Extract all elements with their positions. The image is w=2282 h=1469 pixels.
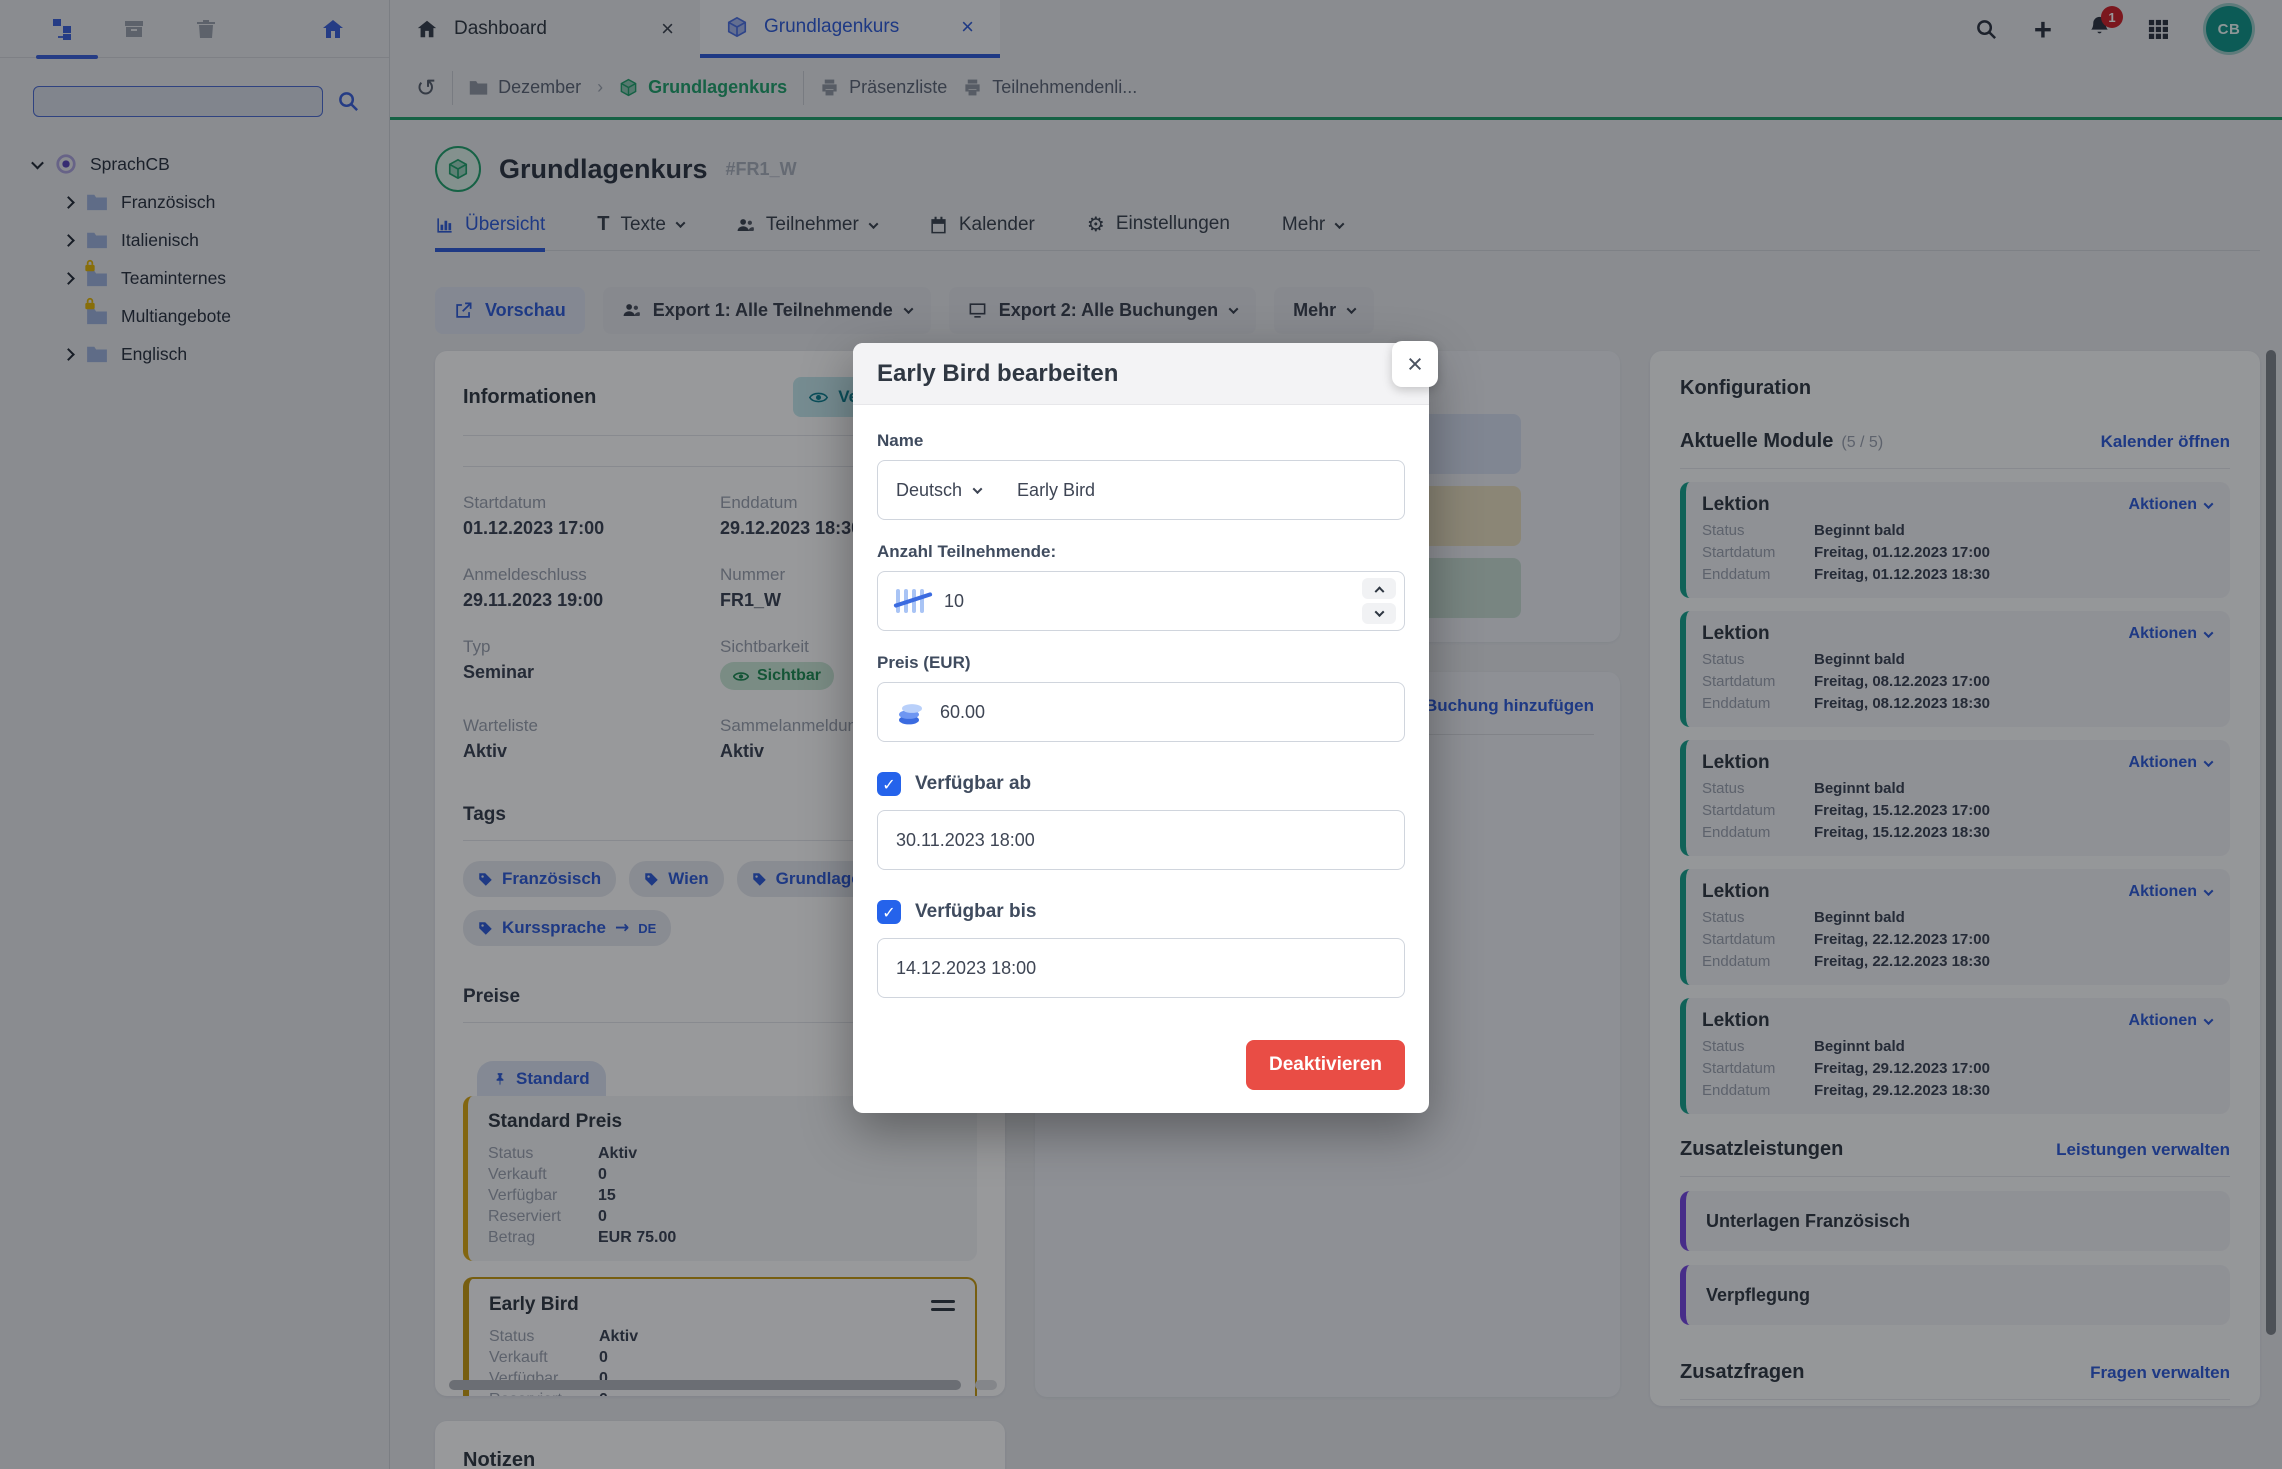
verfuegbar-ab-checkbox[interactable]: ✓ [877, 772, 901, 796]
anzahl-value: 10 [944, 591, 964, 612]
verfuegbar-bis-checkbox[interactable]: ✓ [877, 900, 901, 924]
date-value: 30.11.2023 18:00 [896, 830, 1035, 851]
chevron-up-icon [1374, 586, 1384, 596]
verfuegbar-ab-input[interactable]: 30.11.2023 18:00 [877, 810, 1405, 870]
language-value: Deutsch [896, 480, 962, 501]
preis-label: Preis (EUR) [877, 653, 1405, 673]
stepper-up-button[interactable] [1362, 578, 1396, 599]
stepper-controls [1362, 578, 1396, 624]
stepper-down-button[interactable] [1362, 603, 1396, 624]
preis-input[interactable]: 60.00 [877, 682, 1405, 742]
app-window: SprachCB Französisch Italienisch Teamint… [0, 0, 2282, 1469]
chevron-down-icon [1374, 607, 1384, 617]
verfuegbar-ab-row: ✓ Verfügbar ab [877, 772, 1405, 796]
anzahl-stepper-input[interactable]: 10 [877, 571, 1405, 631]
modal-body: Name Deutsch Early Bird Anzahl Teilnehme… [853, 405, 1429, 998]
modal-header: Early Bird bearbeiten [853, 343, 1429, 405]
preis-value: 60.00 [940, 702, 985, 723]
check-icon: ✓ [882, 775, 895, 794]
chevron-down-icon [973, 484, 983, 494]
name-group: Name Deutsch Early Bird [877, 431, 1405, 520]
coins-icon [896, 698, 926, 726]
verfuegbar-bis-row: ✓ Verfügbar bis [877, 900, 1405, 924]
anzahl-group: Anzahl Teilnehmende: 10 [877, 542, 1405, 631]
deaktivieren-button[interactable]: Deaktivieren [1246, 1040, 1405, 1090]
tally-icon [896, 588, 930, 614]
name-value: Early Bird [1017, 480, 1095, 501]
close-icon: × [1407, 349, 1423, 380]
name-label: Name [877, 431, 1405, 451]
anzahl-label: Anzahl Teilnehmende: [877, 542, 1405, 562]
checkbox-label: Verfügbar bis [915, 901, 1036, 923]
modal-footer: Deaktivieren [853, 998, 1429, 1090]
checkbox-label: Verfügbar ab [915, 773, 1031, 795]
check-icon: ✓ [882, 903, 895, 922]
name-input[interactable]: Deutsch Early Bird [877, 460, 1405, 520]
early-bird-edit-modal: Early Bird bearbeiten × Name Deutsch Ear… [853, 343, 1429, 1113]
verfuegbar-bis-input[interactable]: 14.12.2023 18:00 [877, 938, 1405, 998]
language-select[interactable]: Deutsch [896, 480, 981, 501]
close-modal-button[interactable]: × [1392, 341, 1438, 387]
modal-title: Early Bird bearbeiten [877, 360, 1118, 388]
preis-group: Preis (EUR) 60.00 [877, 653, 1405, 742]
date-value: 14.12.2023 18:00 [896, 958, 1036, 979]
